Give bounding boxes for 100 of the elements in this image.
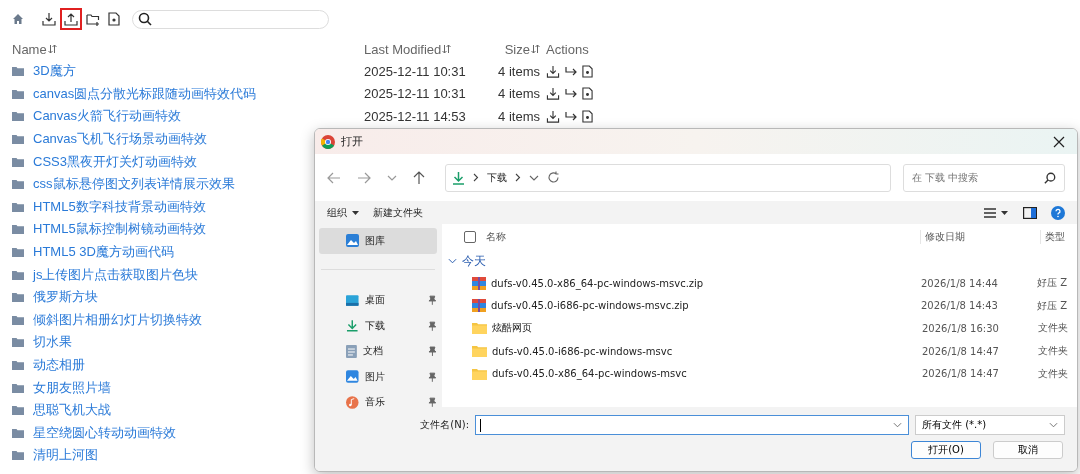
- folder-link[interactable]: 动态相册: [33, 356, 85, 374]
- file-date: 2026/1/8 14:47: [921, 345, 1000, 357]
- help-icon[interactable]: [1051, 205, 1065, 220]
- folder-link[interactable]: HTML5数字科技背景动画特效: [33, 197, 206, 216]
- folder-link[interactable]: 清明上河图: [33, 446, 98, 465]
- column-header[interactable]: 名称: [486, 230, 920, 244]
- upload-button[interactable]: [62, 10, 80, 28]
- sidebar-item[interactable]: 图片: [319, 364, 437, 390]
- cancel-button[interactable]: 取消: [993, 441, 1063, 459]
- move-arrow-icon[interactable]: [564, 65, 578, 77]
- folder-icon: [12, 427, 24, 438]
- sidebar-item[interactable]: 音乐: [319, 389, 437, 415]
- folder-link[interactable]: Canvas火箭飞行动画特效: [33, 107, 182, 126]
- folder-link[interactable]: 星空绕圆心转动动画特效: [33, 423, 176, 442]
- file-name[interactable]: dufs-v0.45.0-i686-pc-windows-msvc.zip: [491, 300, 917, 312]
- pin-icon[interactable]: [428, 346, 437, 357]
- pin-icon[interactable]: [428, 295, 437, 306]
- new-file-button[interactable]: [106, 10, 122, 28]
- pin-icon[interactable]: [428, 371, 437, 382]
- chevron-down-icon[interactable]: [448, 258, 457, 264]
- column-header[interactable]: 类型: [1040, 230, 1077, 244]
- folder-link[interactable]: HTML5鼠标控制树镜动画特效: [33, 220, 206, 239]
- new-folder-button[interactable]: 新建文件夹: [373, 205, 423, 220]
- chevron-right-icon[interactable]: [515, 173, 521, 182]
- up-icon[interactable]: [413, 170, 425, 185]
- folder-link[interactable]: HTML5 3D魔方动画代码: [33, 243, 174, 262]
- sidebar-item[interactable]: 文档: [319, 338, 437, 364]
- chevron-down-icon[interactable]: [529, 174, 539, 181]
- move-arrow-icon[interactable]: [564, 88, 578, 100]
- search-field[interactable]: 在 下载 中搜索: [903, 163, 1065, 192]
- move-arrow-icon[interactable]: [564, 111, 578, 122]
- folder-icon: [472, 367, 487, 380]
- folder-link[interactable]: 思聪飞机大战: [33, 401, 111, 420]
- sort-icon[interactable]: [442, 44, 452, 54]
- pin-icon[interactable]: [428, 320, 437, 331]
- file-name-label: 文件名(N):: [420, 418, 469, 432]
- folder-icon: [12, 292, 24, 303]
- view-menu-icon[interactable]: [983, 206, 1009, 219]
- sort-icon[interactable]: [47, 44, 57, 54]
- download-icon[interactable]: [546, 64, 560, 78]
- sort-icon[interactable]: [531, 44, 540, 54]
- download-icon[interactable]: [546, 87, 560, 101]
- folder-link[interactable]: canvas圆点分散光标跟随动画特效代码: [33, 84, 257, 103]
- download-icon[interactable]: [546, 110, 560, 123]
- folder-icon: [12, 360, 24, 370]
- sidebar-item[interactable]: 图库: [319, 228, 437, 254]
- checkbox[interactable]: [464, 231, 476, 243]
- folder-icon: [12, 134, 24, 145]
- chevron-down-icon[interactable]: [387, 174, 397, 181]
- folder-link[interactable]: CSS3黑夜开灯关灯动画特效: [33, 152, 197, 171]
- close-icon: [1053, 135, 1065, 148]
- preview-pane-icon[interactable]: [1023, 206, 1037, 219]
- group-header[interactable]: 今天: [462, 252, 486, 270]
- desktop-icon: [346, 294, 359, 306]
- folder-link[interactable]: 女朋友照片墙: [33, 378, 111, 397]
- folder-link[interactable]: 倾斜图片相册幻灯片切换特效: [33, 310, 202, 329]
- file-name[interactable]: dufs-v0.45.0-x86_64-pc-windows-msvc.zip: [491, 277, 917, 289]
- file-type-dropdown[interactable]: 所有文件 (*.*): [915, 415, 1065, 435]
- chevron-down-icon: [1049, 422, 1058, 428]
- search-icon: [1044, 171, 1056, 184]
- download-button[interactable]: [40, 10, 58, 28]
- column-header[interactable]: Last Modified: [364, 41, 442, 57]
- column-header[interactable]: Name: [12, 41, 47, 57]
- download-icon: [452, 170, 465, 185]
- breadcrumb-item[interactable]: 下载: [487, 170, 507, 185]
- back-icon[interactable]: [327, 171, 341, 184]
- file-type: 文件夹: [1037, 321, 1069, 336]
- item-count: 4 items: [497, 109, 540, 124]
- folder-link[interactable]: 切水果: [33, 333, 72, 352]
- chevron-down-icon[interactable]: [893, 422, 902, 428]
- forward-icon[interactable]: [357, 171, 371, 184]
- document-icon: [346, 344, 357, 358]
- folder-link[interactable]: js上传图片点击获取图片色块: [33, 265, 199, 284]
- file-name[interactable]: dufs-v0.45.0-x86_64-pc-windows-msvc: [492, 368, 918, 380]
- file-name[interactable]: dufs-v0.45.0-i686-pc-windows-msvc: [492, 345, 918, 357]
- folder-link[interactable]: 3D魔方: [33, 62, 76, 81]
- file-name[interactable]: 炫酷网页: [492, 321, 918, 336]
- refresh-icon[interactable]: [547, 171, 560, 184]
- modified-date: 2025-12-11 14:53: [364, 109, 467, 124]
- folder-icon: [12, 224, 24, 235]
- modified-date: 2025-12-11 10:31: [364, 86, 467, 102]
- open-button[interactable]: 打开(O): [911, 441, 981, 459]
- file-icon[interactable]: [582, 110, 593, 123]
- sidebar-item[interactable]: 下载: [319, 313, 437, 339]
- file-icon[interactable]: [582, 87, 593, 101]
- search-icon: [138, 12, 152, 26]
- column-header[interactable]: 修改日期: [920, 230, 1040, 244]
- item-count: 4 items: [497, 63, 540, 79]
- folder-link[interactable]: Canvas飞机飞行场景动画特效: [33, 130, 208, 149]
- organize-menu-button[interactable]: 组织: [327, 205, 359, 220]
- pin-icon[interactable]: [428, 397, 437, 408]
- folder-icon: [12, 269, 24, 280]
- file-type: 好压 Z: [1036, 276, 1069, 291]
- folder-link[interactable]: css鼠标悬停图文列表详情展示效果: [33, 175, 235, 194]
- sidebar-item[interactable]: 桌面: [319, 287, 437, 313]
- file-icon[interactable]: [582, 64, 593, 78]
- address-bar[interactable]: 下载: [445, 163, 891, 192]
- file-name-field[interactable]: [475, 415, 909, 435]
- column-header[interactable]: Size: [504, 41, 530, 57]
- folder-link[interactable]: 俄罗斯方块: [33, 288, 98, 307]
